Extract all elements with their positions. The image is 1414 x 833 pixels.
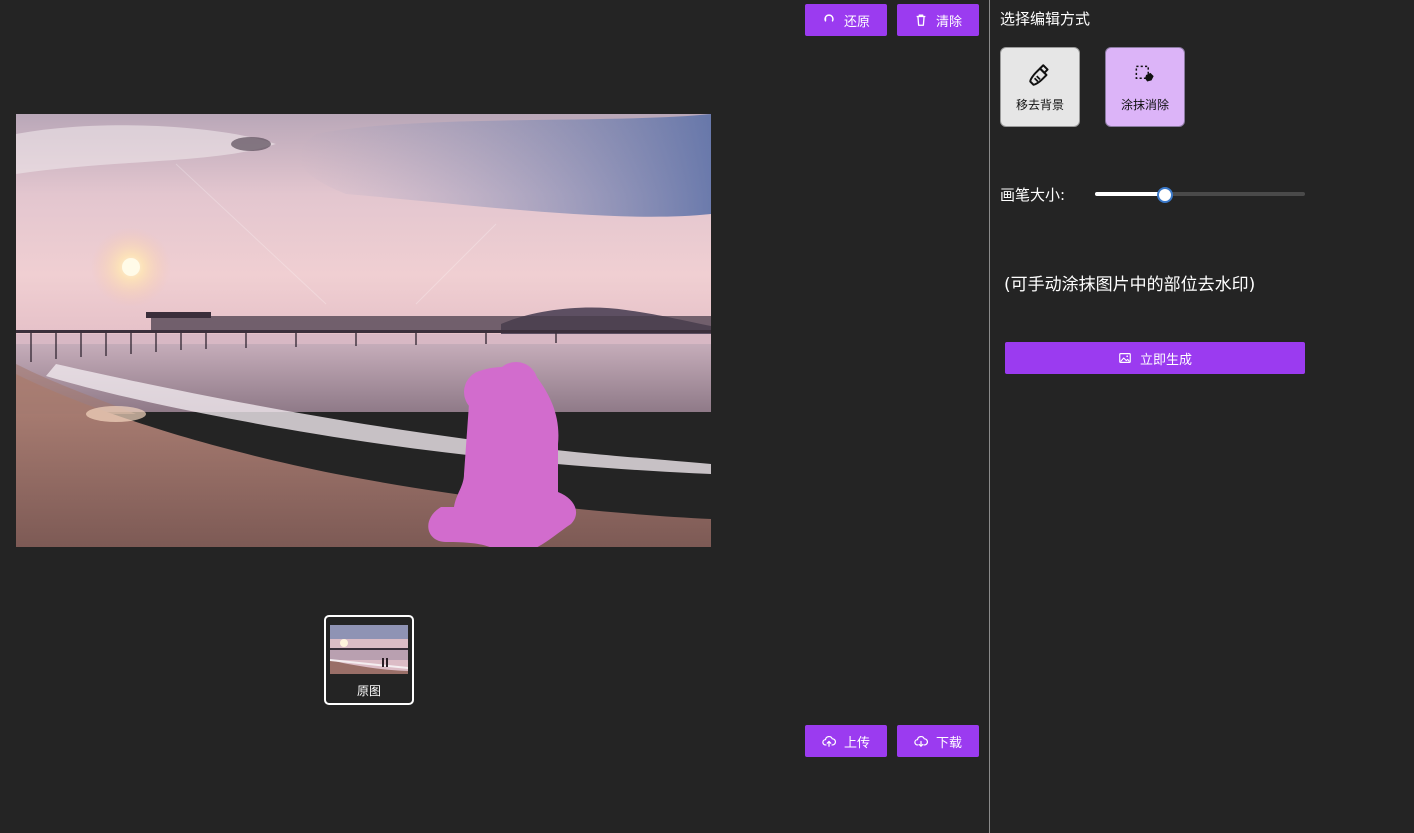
brush-size-slider[interactable] (1095, 186, 1305, 203)
broom-icon (1029, 63, 1049, 86)
upload-label: 上传 (843, 735, 870, 751)
thumbnail-original[interactable]: 原图 (324, 615, 414, 705)
image-icon (1119, 353, 1131, 363)
mode-remove-background-label: 移去背景 (1015, 97, 1064, 112)
cloud-download-icon (914, 736, 928, 747)
mode-smear-erase[interactable]: 涂抹消除 (1105, 47, 1185, 127)
generate-button[interactable]: 立即生成 (1005, 342, 1305, 374)
restore-label: 还原 (843, 14, 870, 30)
clear-button[interactable]: 清除 (897, 4, 979, 36)
generate-label: 立即生成 (1139, 352, 1192, 368)
beach-photo (16, 114, 711, 547)
mode-remove-background[interactable]: 移去背景 (1000, 47, 1080, 127)
editing-canvas[interactable] (16, 114, 711, 547)
panel-title: 选择编辑方式 (1000, 10, 1091, 28)
mode-smear-erase-label: 涂抹消除 (1120, 97, 1169, 112)
slider-fill (1095, 192, 1165, 196)
panel-divider (989, 0, 990, 833)
download-button[interactable]: 下载 (897, 725, 979, 757)
cloud-upload-icon (822, 736, 836, 747)
thumbnail-image (330, 625, 408, 674)
trash-icon (916, 14, 926, 26)
eraser-icon (1135, 65, 1154, 81)
brush-size-label: 画笔大小: (1000, 186, 1066, 204)
restore-button[interactable]: 还原 (805, 4, 887, 36)
clear-label: 清除 (935, 14, 962, 30)
undo-icon (824, 14, 834, 22)
download-label: 下载 (935, 735, 962, 751)
upload-button[interactable]: 上传 (805, 725, 887, 757)
hint-text: (可手动涂抹图片中的部位去水印) (1004, 275, 1256, 295)
thumbnail-label: 原图 (356, 684, 381, 698)
slider-handle[interactable] (1157, 187, 1174, 203)
